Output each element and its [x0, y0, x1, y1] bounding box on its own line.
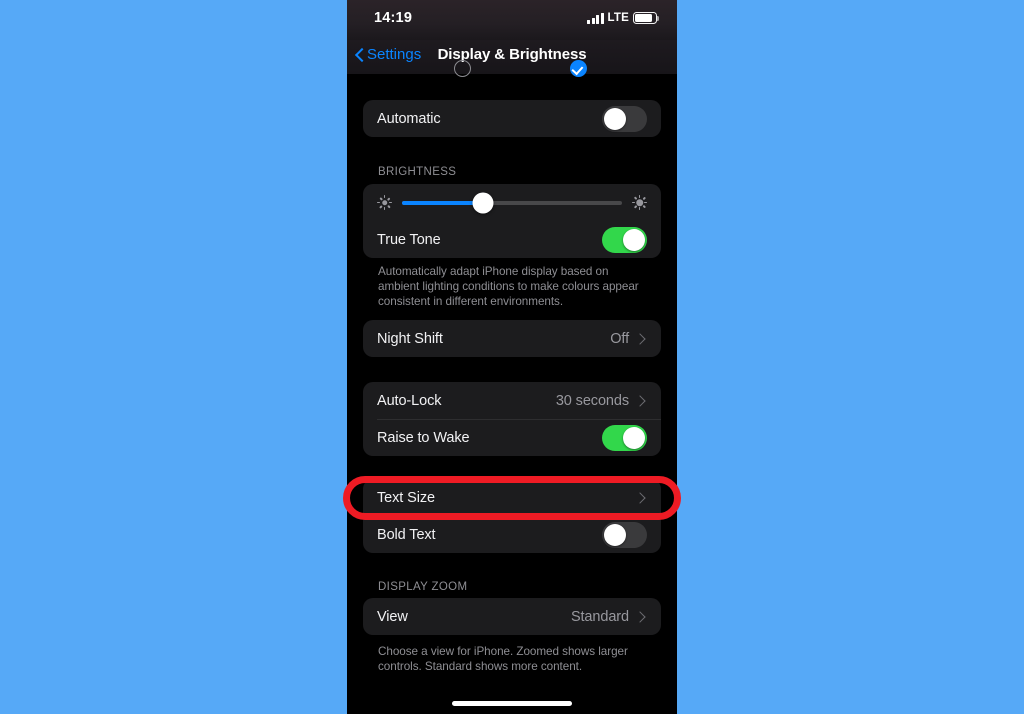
automatic-toggle[interactable]: [602, 105, 647, 132]
appearance-automatic-group: Automatic: [363, 100, 661, 137]
chevron-right-icon: [635, 332, 647, 346]
phone-screen: 14:19 LTE Settings Display & Brightness: [347, 0, 677, 714]
view-label: View: [377, 608, 408, 625]
bold-text-label: Bold Text: [377, 526, 436, 543]
view-value: Standard: [570, 608, 629, 625]
brightness-section-header: BRIGHTNESS: [378, 166, 457, 178]
row-bold-text[interactable]: Bold Text: [363, 516, 661, 553]
radio-checked-icon[interactable]: [570, 60, 587, 77]
status-bar: 14:19 LTE: [347, 0, 677, 40]
text-group: Text Size Bold Text: [363, 479, 661, 553]
night-shift-label: Night Shift: [377, 330, 443, 347]
brightness-group: True Tone: [363, 184, 661, 258]
brightness-slider-track[interactable]: [402, 192, 622, 213]
sun-large-icon: [631, 194, 648, 211]
automatic-label: Automatic: [377, 110, 441, 127]
raise-to-wake-toggle[interactable]: [602, 424, 647, 451]
row-true-tone[interactable]: True Tone: [363, 221, 661, 258]
signal-bars-icon: [587, 12, 604, 24]
appearance-selector[interactable]: [363, 60, 661, 84]
lock-group: Auto-Lock 30 seconds Raise to Wake: [363, 382, 661, 456]
chevron-right-icon: [635, 491, 647, 505]
row-view[interactable]: View Standard: [363, 598, 661, 635]
status-bar-time: 14:19: [374, 10, 413, 26]
status-bar-indicators: LTE: [587, 10, 660, 26]
display-zoom-footnote: Choose a view for iPhone. Zoomed shows l…: [378, 645, 628, 673]
display-zoom-group: View Standard: [363, 598, 661, 635]
brightness-slider-thumb[interactable]: [472, 192, 494, 213]
row-raise-to-wake[interactable]: Raise to Wake: [363, 419, 661, 456]
true-tone-label: True Tone: [377, 231, 441, 248]
home-indicator[interactable]: [452, 701, 572, 706]
night-shift-group: Night Shift Off: [363, 320, 661, 357]
chevron-right-icon: [635, 394, 647, 408]
raise-to-wake-label: Raise to Wake: [377, 429, 470, 446]
row-text-size[interactable]: Text Size: [363, 479, 661, 516]
chevron-right-icon: [635, 610, 647, 624]
true-tone-toggle[interactable]: [602, 226, 647, 253]
row-automatic[interactable]: Automatic: [363, 100, 661, 137]
night-shift-value: Off: [610, 330, 629, 347]
screenshot-canvas: 14:19 LTE Settings Display & Brightness: [0, 0, 1024, 714]
auto-lock-label: Auto-Lock: [377, 392, 442, 409]
true-tone-footnote: Automatically adapt iPhone display based…: [378, 265, 639, 308]
settings-scroll-view[interactable]: Automatic BRIGHTNESS True Tone Automatic…: [347, 60, 677, 714]
row-night-shift[interactable]: Night Shift Off: [363, 320, 661, 357]
battery-icon: [633, 12, 660, 24]
sun-small-icon: [377, 195, 392, 210]
brightness-slider-row[interactable]: [363, 184, 661, 221]
display-zoom-section-header: DISPLAY ZOOM: [378, 581, 468, 593]
text-size-label: Text Size: [377, 489, 435, 506]
bold-text-toggle[interactable]: [602, 521, 647, 548]
row-auto-lock[interactable]: Auto-Lock 30 seconds: [363, 382, 661, 419]
auto-lock-value: 30 seconds: [555, 392, 629, 409]
radio-unselected-icon[interactable]: [454, 60, 471, 77]
network-type-label: LTE: [607, 12, 629, 24]
